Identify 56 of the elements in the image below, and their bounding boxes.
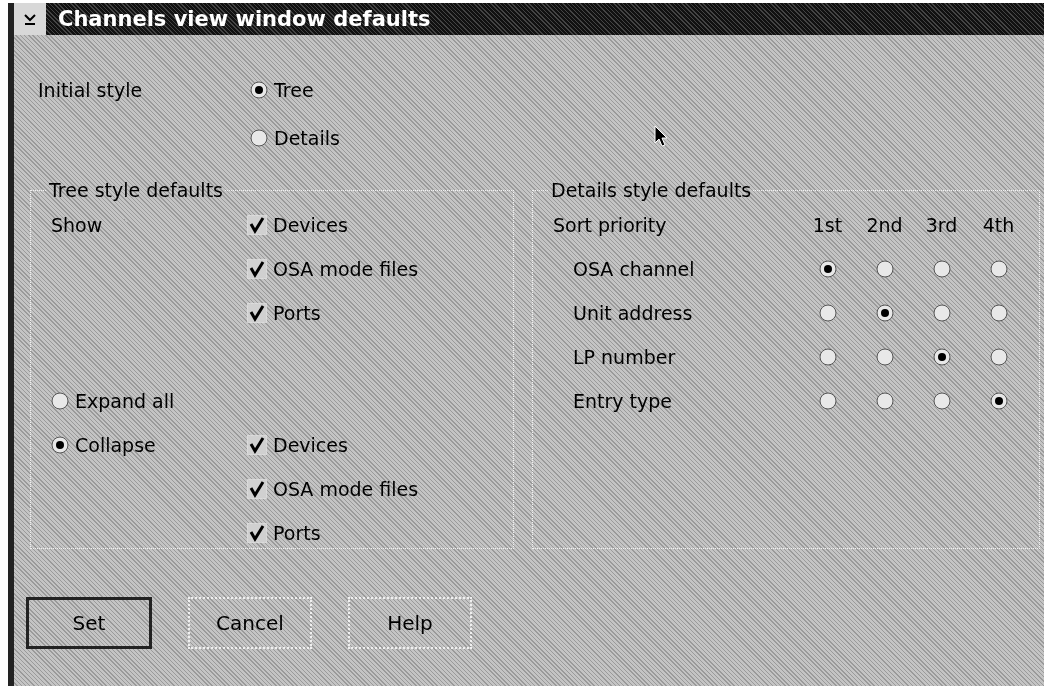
checkbox-label[interactable]: Devices (273, 434, 348, 456)
radio-button[interactable] (250, 81, 268, 99)
radio-button[interactable] (818, 304, 837, 322)
checkbox-label[interactable]: Devices (273, 214, 348, 236)
checkbox[interactable] (247, 435, 267, 455)
row-label: LP number (572, 346, 677, 368)
system-menu-button[interactable] (14, 3, 46, 35)
dialog-button[interactable]: Cancel (188, 597, 312, 649)
radio-button[interactable] (989, 304, 1008, 322)
radio-button[interactable] (875, 392, 894, 410)
radio-button[interactable] (932, 304, 951, 322)
radio-label[interactable]: Collapse (75, 434, 156, 456)
column-header: 1st (811, 214, 844, 236)
radio-button[interactable] (818, 392, 837, 410)
checkbox-label[interactable]: OSA mode files (273, 258, 419, 280)
column-header: Sort priority (553, 214, 668, 236)
window-title: Channels view window defaults (58, 7, 431, 31)
checkbox[interactable] (247, 303, 267, 323)
row-label: Unit address (572, 302, 694, 324)
radio-label[interactable]: Tree (274, 79, 314, 101)
radio-button[interactable] (51, 392, 69, 410)
checkbox-label[interactable]: Ports (273, 522, 321, 544)
field-label: Show (51, 214, 104, 236)
dialog-button[interactable]: Set (26, 597, 152, 649)
radio-button[interactable] (932, 260, 951, 278)
radio-button[interactable] (989, 392, 1008, 410)
chevron-icon (22, 12, 38, 26)
column-header: 3rd (924, 214, 959, 236)
radio-button[interactable] (51, 436, 69, 454)
radio-button[interactable] (989, 348, 1008, 366)
radio-button[interactable] (932, 348, 951, 366)
radio-button[interactable] (875, 348, 894, 366)
radio-button[interactable] (989, 260, 1008, 278)
radio-button[interactable] (818, 348, 837, 366)
checkbox-label[interactable]: Ports (273, 302, 321, 324)
mouse-pointer-icon (654, 125, 668, 147)
column-header: 4th (981, 214, 1016, 236)
group-title: Details style defaults (550, 179, 753, 201)
checkbox[interactable] (247, 479, 267, 499)
radio-button[interactable] (875, 260, 894, 278)
checkbox[interactable] (247, 215, 267, 235)
checkbox-label[interactable]: OSA mode files (273, 478, 419, 500)
row-label: Entry type (572, 390, 674, 412)
checkbox[interactable] (247, 523, 267, 543)
dialog-button[interactable]: Help (348, 597, 472, 649)
radio-button[interactable] (932, 392, 951, 410)
checkbox[interactable] (247, 259, 267, 279)
radio-label[interactable]: Expand all (75, 390, 175, 412)
group-title: Tree style defaults (48, 179, 224, 201)
radio-button[interactable] (875, 304, 894, 322)
row-label: OSA channel (572, 258, 696, 280)
column-header: 2nd (865, 214, 904, 236)
radio-button[interactable] (818, 260, 837, 278)
field-label: Initial style (37, 79, 144, 101)
radio-label[interactable]: Details (274, 127, 340, 149)
radio-button[interactable] (250, 129, 268, 147)
